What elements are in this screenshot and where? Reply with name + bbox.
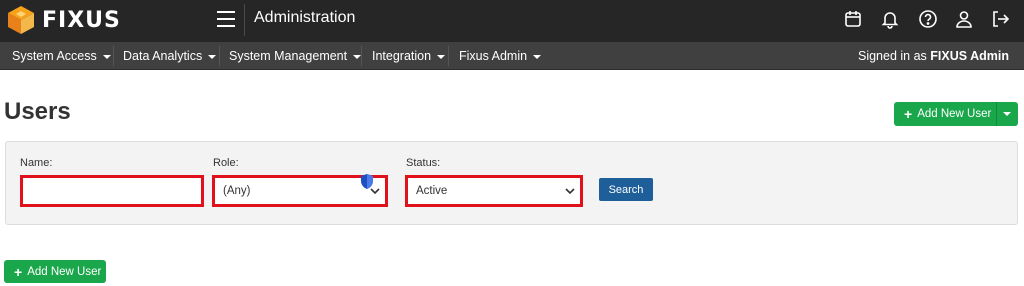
help-icon[interactable] [918,9,938,29]
add-new-user-split-button: + Add New User [894,102,1018,126]
nav-divider [219,46,220,66]
top-bar: FIXUS Administration [0,0,1024,42]
menu-icon[interactable] [217,11,235,27]
nav-divider [448,46,449,66]
app-title: Administration [254,9,356,26]
nav-divider [361,46,362,66]
user-icon[interactable] [954,9,974,29]
nav-label: Integration [372,49,432,63]
signed-in-user: FIXUS Admin [930,49,1009,63]
nav-fixus-admin[interactable]: Fixus Admin [459,42,542,70]
nav-data-analytics[interactable]: Data Analytics [123,42,217,70]
role-select-value: (Any) [223,185,251,197]
add-user-label: Add New User [27,265,102,278]
calendar-icon[interactable] [843,9,863,29]
caret-down-icon [353,55,362,59]
add-user-dropdown-toggle[interactable] [997,102,1018,126]
fixus-logo[interactable]: FIXUS [6,5,131,35]
header-divider [244,4,245,36]
name-input[interactable] [20,175,204,207]
caret-down-icon [102,55,111,59]
nav-label: Fixus Admin [459,49,528,63]
status-select-value: Active [416,185,448,197]
nav-label: Data Analytics [123,49,203,63]
search-button[interactable]: Search [599,178,653,201]
caret-down-icon [437,55,446,59]
plus-icon: + [14,263,23,280]
nav-system-management[interactable]: System Management [229,42,362,70]
nav-label: System Management [229,49,348,63]
nav-system-access[interactable]: System Access [12,42,111,70]
caret-down-icon [533,55,542,59]
logo-cube-icon [8,6,34,34]
main-navbar: System Access Data Analytics System Mana… [0,42,1024,70]
add-new-user-button[interactable]: + Add New User [894,102,996,126]
caret-down-icon [1003,112,1011,116]
add-new-user-button-bottom[interactable]: + Add New User [4,260,106,283]
status-select[interactable]: Active [405,175,583,207]
signed-in-status: Signed in as FIXUS Admin [858,49,1009,63]
logout-icon[interactable] [990,9,1010,29]
signed-in-prefix: Signed in as [857,49,927,63]
logo-text: FIXUS [42,7,121,33]
name-label: Name: [20,157,53,169]
status-label: Status: [406,157,441,169]
caret-down-icon [208,55,217,59]
add-user-label: Add New User [917,108,992,120]
role-label: Role: [213,157,239,169]
chevron-down-icon [565,187,575,195]
bell-icon[interactable] [880,9,900,29]
nav-divider [113,46,114,66]
page-title: Users [4,98,71,125]
nav-label: System Access [12,49,97,63]
plus-icon: + [904,106,913,122]
password-manager-shield-icon[interactable] [360,173,374,190]
nav-integration[interactable]: Integration [372,42,446,70]
